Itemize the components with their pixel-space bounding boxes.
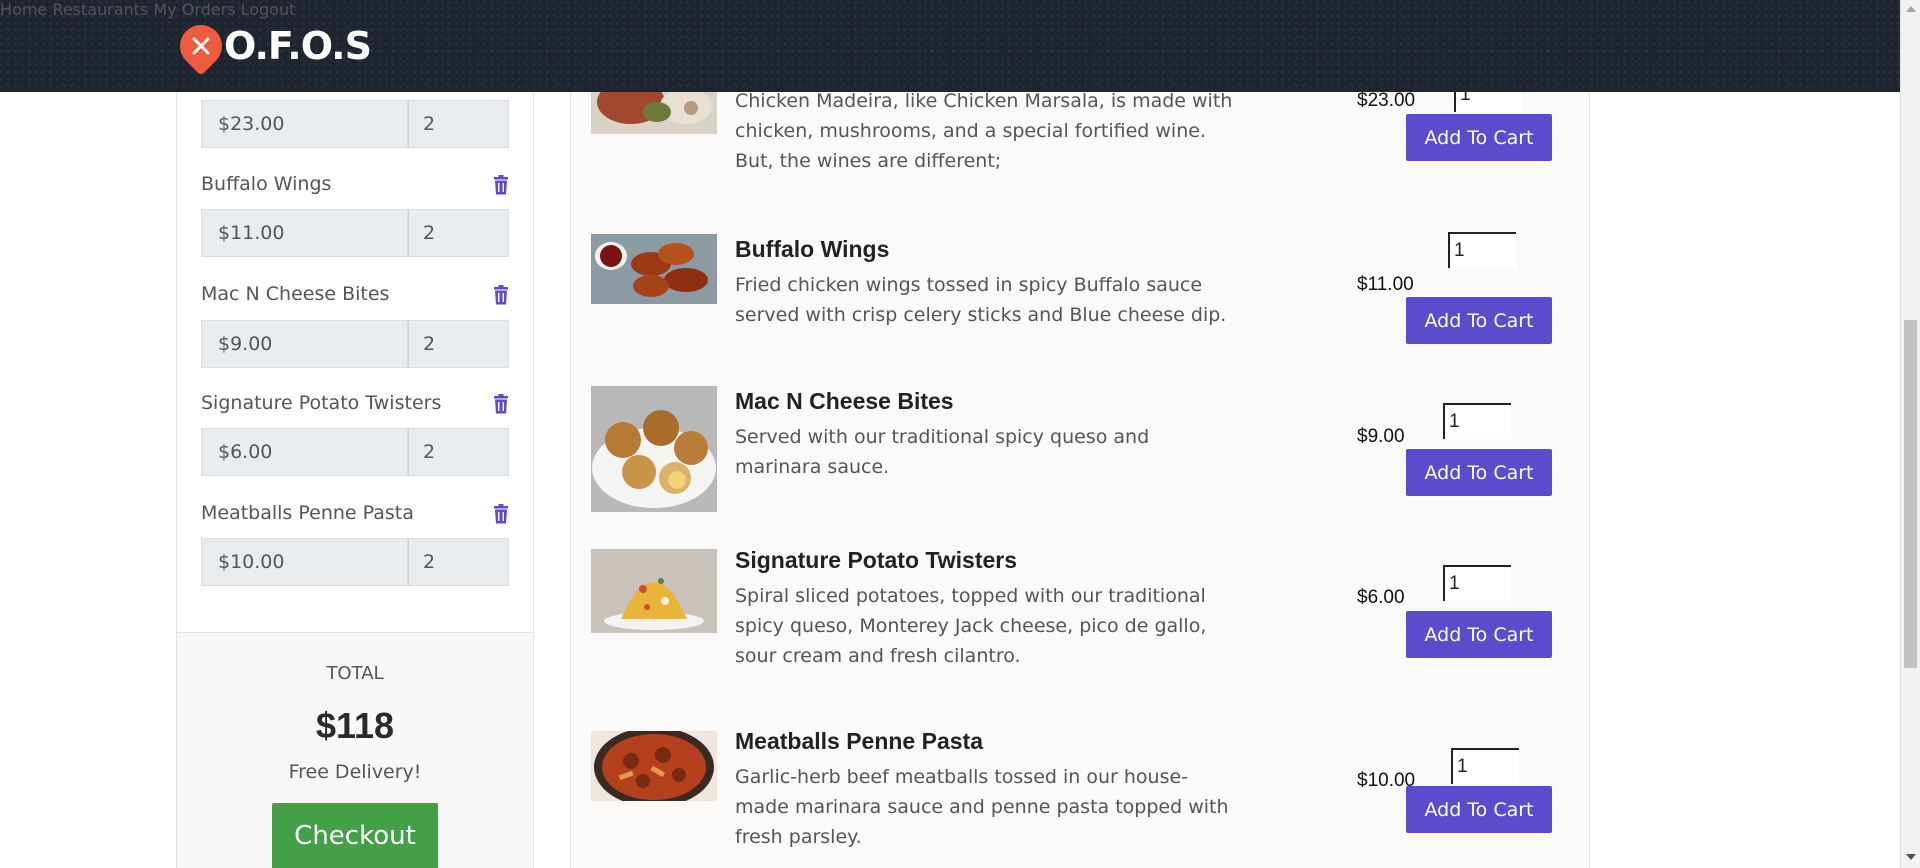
dish-title: Signature Potato Twisters (735, 547, 1018, 573)
dish-price: $9.00 (1357, 426, 1405, 447)
add-to-cart-button[interactable]: Add To Cart (1406, 611, 1552, 658)
dish-description: Chicken Madeira, like Chicken Marsala, i… (735, 90, 1233, 172)
brand-logo[interactable]: O.F.O.S (171, 16, 372, 76)
cart-item-row: $9.00 2 (201, 320, 509, 368)
scroll-down-arrow-icon[interactable] (1906, 854, 1916, 860)
dish-description: Served with our traditional spicy queso … (735, 426, 1150, 478)
cart-panel: $23.00 2 Buffalo Wings $11.00 2 Mac N Ch… (176, 92, 534, 868)
cart-item-quantity[interactable]: 2 (408, 538, 509, 586)
dish-price: $11.00 (1357, 274, 1414, 295)
nav-my-orders[interactable]: My Orders (153, 0, 235, 19)
nav-logout[interactable]: Logout (241, 0, 296, 19)
dish-title: Buffalo Wings (735, 236, 890, 262)
cart-item-name: Meatballs Penne Pasta (201, 502, 414, 524)
cart-item-name: Buffalo Wings (201, 173, 332, 195)
dish-title: Meatballs Penne Pasta (735, 728, 983, 754)
cart-item-row: $10.00 2 (201, 538, 509, 586)
dish-image (591, 92, 717, 134)
add-to-cart-button[interactable]: Add To Cart (1406, 114, 1552, 161)
quantity-input[interactable] (1451, 748, 1519, 784)
dish-description: Spiral sliced potatoes, topped with our … (735, 585, 1207, 667)
cart-item-row: $6.00 2 (201, 428, 509, 476)
nav-restaurants[interactable]: Restaurants (52, 0, 148, 19)
cart-item-quantity[interactable]: 2 (408, 320, 509, 368)
add-to-cart-button[interactable]: Add To Cart (1406, 786, 1552, 833)
scroll-up-arrow-icon[interactable] (1906, 6, 1916, 12)
total-label: TOTAL (326, 663, 384, 684)
cart-item-name: Mac N Cheese Bites (201, 283, 390, 305)
add-to-cart-button[interactable]: Add To Cart (1406, 449, 1552, 496)
cart-total-section: TOTAL $118 Free Delivery! Checkout (177, 632, 533, 868)
dish-title: Mac N Cheese Bites (735, 388, 954, 414)
cart-item-row: $11.00 2 (201, 209, 509, 257)
cart-item-name: Signature Potato Twisters (201, 392, 442, 414)
cart-item-row: $23.00 2 (201, 100, 509, 148)
menu-list: Chicken Madeira, like Chicken Marsala, i… (570, 76, 1590, 868)
dish-description: Fried chicken wings tossed in spicy Buff… (735, 274, 1227, 326)
cart-item-price: $9.00 (201, 320, 408, 368)
dish-image (591, 549, 717, 633)
quantity-input[interactable] (1443, 565, 1511, 601)
trash-icon[interactable] (493, 394, 509, 414)
dish-price: $6.00 (1357, 587, 1405, 608)
checkout-button[interactable]: Checkout (272, 803, 438, 868)
quantity-input[interactable] (1443, 403, 1511, 439)
quantity-input[interactable] (1448, 232, 1516, 268)
dish-image (591, 731, 717, 801)
dish-price: $23.00 (1357, 90, 1416, 111)
dish-image (591, 234, 717, 304)
delivery-note: Free Delivery! (288, 761, 422, 783)
brand-name: O.F.O.S (224, 24, 372, 68)
top-navbar: O.F.O.S Home Restaurants My Orders Logou… (0, 0, 1900, 92)
trash-icon[interactable] (493, 285, 509, 305)
cart-item-price: $11.00 (201, 209, 408, 257)
cart-item-quantity[interactable]: 2 (408, 209, 509, 257)
scrollbar-thumb[interactable] (1904, 320, 1917, 668)
page-scrollbar[interactable] (1900, 0, 1920, 868)
dish-image (591, 386, 717, 512)
cart-item-price: $23.00 (201, 100, 408, 148)
trash-icon[interactable] (493, 504, 509, 524)
trash-icon[interactable] (493, 175, 509, 195)
add-to-cart-button[interactable]: Add To Cart (1406, 297, 1552, 344)
nav-home[interactable]: Home (0, 0, 47, 19)
total-amount: $118 (315, 705, 395, 746)
cart-item-quantity[interactable]: 2 (408, 428, 509, 476)
cart-item-price: $6.00 (201, 428, 408, 476)
dish-description: Garlic-herb beef meatballs tossed in our… (735, 766, 1229, 848)
cart-item-price: $10.00 (201, 538, 408, 586)
map-pin-utensils-icon (171, 16, 231, 76)
cart-item-quantity[interactable]: 2 (408, 100, 509, 148)
